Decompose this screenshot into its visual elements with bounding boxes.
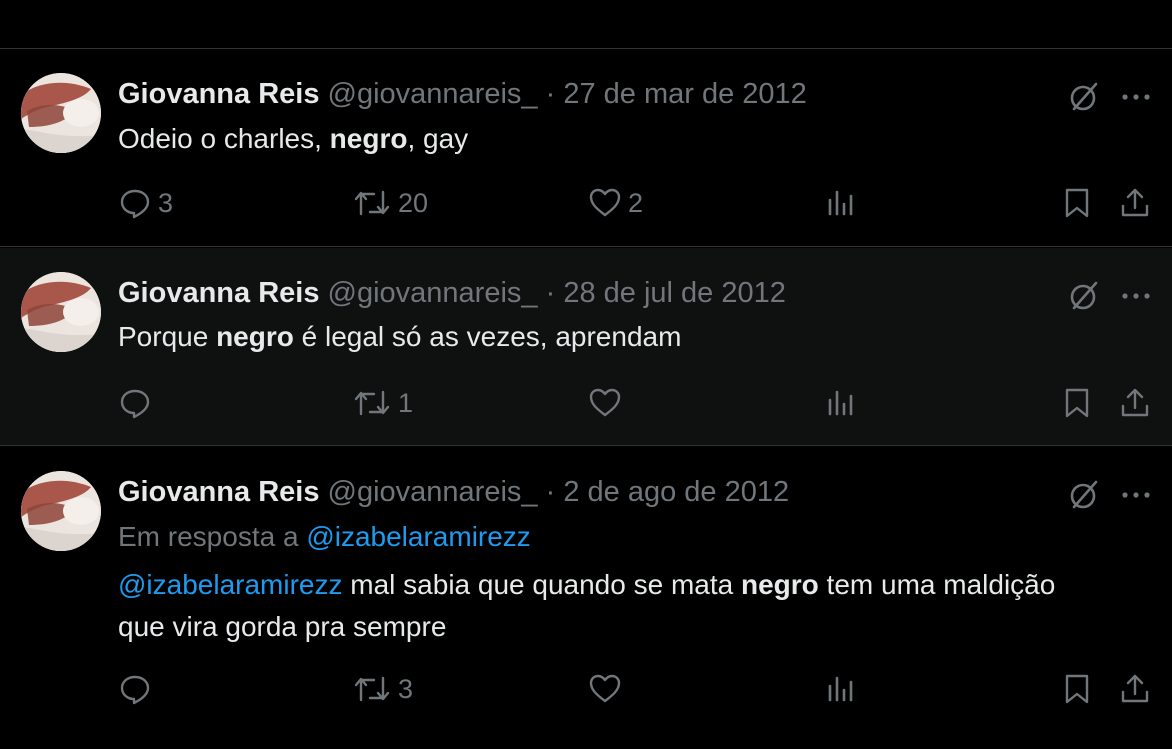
more-icon[interactable]: [1118, 477, 1154, 518]
retweet-icon: [354, 190, 390, 216]
tweet-header: Giovanna Reis @giovannareis_ · 27 de mar…: [118, 77, 807, 111]
bookmark-button[interactable]: [1060, 669, 1094, 709]
author-handle[interactable]: @giovannareis_: [328, 277, 538, 309]
reply-icon: [120, 675, 150, 705]
tweet-text-bold: negro: [216, 321, 294, 352]
tweet-text-part: mal sabia que quando se mata: [342, 569, 741, 600]
share-icon: [1121, 674, 1149, 703]
grok-icon[interactable]: [1066, 278, 1102, 319]
tweet[interactable]: Giovanna Reis @giovannareis_ · 27 de mar…: [0, 49, 1172, 247]
reply-to-link[interactable]: @izabelaramirezz: [306, 521, 531, 552]
reply-button[interactable]: 3: [118, 183, 173, 223]
share-icon: [1121, 188, 1149, 217]
share-button[interactable]: [1118, 183, 1152, 223]
avatar[interactable]: [21, 471, 101, 551]
grok-icon[interactable]: [1066, 79, 1102, 120]
like-button[interactable]: [588, 669, 628, 709]
bookmark-icon: [1065, 188, 1089, 218]
separator-dot: ·: [545, 78, 556, 110]
retweet-icon: [354, 676, 390, 702]
tweet[interactable]: Giovanna Reis @giovannareis_ · 2 de ago …: [0, 447, 1172, 749]
retweet-button[interactable]: 3: [352, 669, 413, 709]
tweet-header: Giovanna Reis @giovannareis_ · 28 de jul…: [118, 276, 786, 310]
mention-link[interactable]: @izabelaramirezz: [118, 569, 343, 600]
retweet-count: 3: [398, 673, 414, 704]
reply-icon: [120, 389, 150, 419]
bookmark-button[interactable]: [1060, 183, 1094, 223]
author-handle[interactable]: @giovannareis_: [328, 78, 538, 110]
reply-prefix: Em resposta a: [118, 521, 307, 552]
tweet-date[interactable]: 27 de mar de 2012: [563, 78, 806, 110]
bookmark-icon: [1065, 674, 1089, 704]
grok-icon[interactable]: [1066, 477, 1102, 518]
tweet-text-bold: negro: [329, 123, 408, 154]
retweet-count: 1: [398, 387, 414, 418]
like-button[interactable]: 2: [588, 183, 643, 223]
reply-count: 3: [158, 187, 174, 218]
like-icon: [589, 674, 621, 703]
tweet-text-part: Odeio o charles,: [118, 123, 330, 154]
retweet-button[interactable]: 20: [352, 183, 428, 223]
author-name[interactable]: Giovanna Reis: [118, 78, 319, 110]
bookmark-icon: [1065, 388, 1089, 418]
views-icon: [828, 190, 853, 216]
more-icon[interactable]: [1118, 278, 1154, 319]
tweet-text: Odeio o charles, negro, gay: [118, 117, 468, 160]
tweet-text-part: , gay: [407, 123, 469, 154]
views-button[interactable]: [824, 669, 858, 709]
reply-button[interactable]: [118, 669, 158, 709]
tweet-date[interactable]: 28 de jul de 2012: [563, 277, 786, 309]
separator-dot: ·: [545, 277, 556, 309]
tweet-text: @izabelaramirezz mal sabia que quando se…: [118, 563, 1055, 606]
separator-dot: ·: [545, 476, 556, 508]
retweet-count: 20: [398, 187, 429, 218]
tweet-header: Giovanna Reis @giovannareis_ · 2 de ago …: [118, 475, 789, 509]
avatar[interactable]: [21, 272, 101, 352]
views-icon: [828, 390, 853, 416]
tweet-text-line2: que vira gorda pra sempre: [118, 611, 447, 642]
views-button[interactable]: [824, 183, 858, 223]
like-button[interactable]: [588, 383, 628, 423]
like-count: 2: [628, 187, 644, 218]
tweet[interactable]: Giovanna Reis @giovannareis_ · 28 de jul…: [0, 248, 1172, 446]
share-icon: [1121, 388, 1149, 417]
reply-icon: [120, 189, 150, 219]
views-icon: [828, 676, 853, 702]
reply-button[interactable]: [118, 383, 158, 423]
tweet-text-part: tem uma maldição: [818, 569, 1056, 600]
tweet-actions: 1: [0, 383, 1172, 423]
tweet-text-part: Porque: [118, 321, 217, 352]
author-handle[interactable]: @giovannareis_: [328, 476, 538, 508]
share-button[interactable]: [1118, 669, 1152, 709]
tweet-actions: 3 20 2: [0, 183, 1172, 223]
views-button[interactable]: [824, 383, 858, 423]
retweet-button[interactable]: 1: [352, 383, 413, 423]
reply-context: Em resposta a @izabelaramirezz: [118, 517, 531, 557]
retweet-icon: [354, 390, 390, 416]
avatar[interactable]: [21, 73, 101, 153]
like-icon: [589, 188, 621, 217]
bookmark-button[interactable]: [1060, 383, 1094, 423]
tweet-text: Porque negro é legal só as vezes, aprend…: [118, 315, 681, 358]
author-name[interactable]: Giovanna Reis: [118, 476, 319, 508]
tweet-date[interactable]: 2 de ago de 2012: [563, 476, 789, 508]
like-icon: [589, 388, 621, 417]
tweet-text-part: é legal só as vezes, aprendam: [293, 321, 682, 352]
tweet-text-bold: negro: [740, 569, 819, 600]
author-name[interactable]: Giovanna Reis: [118, 277, 319, 309]
share-button[interactable]: [1118, 383, 1152, 423]
more-icon[interactable]: [1118, 79, 1154, 120]
tweet-actions: 3: [0, 669, 1172, 709]
